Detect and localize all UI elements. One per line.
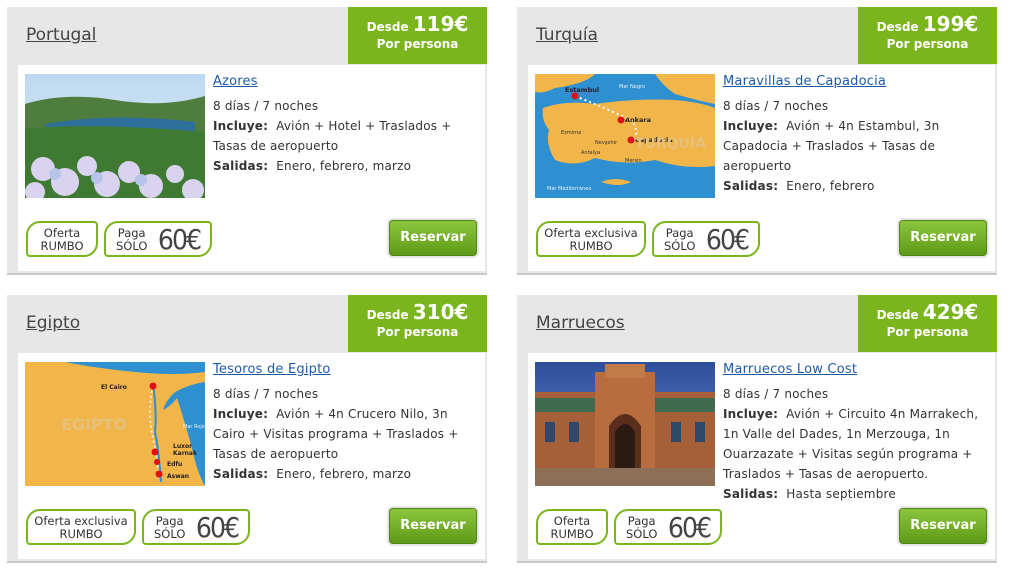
offer-card-turquia: Turquía Desde 199€ Por persona Estambul … bbox=[517, 7, 997, 275]
offer-rumbo-badge: Oferta RUMBO bbox=[26, 221, 98, 257]
departures-label: Salidas: bbox=[723, 487, 779, 501]
map-label: Luxor bbox=[173, 443, 192, 450]
price-amount: 119€ bbox=[412, 12, 469, 36]
trip-info: Maravillas de Capadocia 8 días / 7 noche… bbox=[723, 71, 985, 196]
departures-text: Enero, febrero, marzo bbox=[276, 159, 412, 173]
trip-photo[interactable] bbox=[25, 74, 205, 198]
price-box: Desde 119€ Por persona bbox=[348, 7, 487, 64]
price-box: Desde 429€ Por persona bbox=[858, 295, 997, 352]
offer-exclusive-rumbo-badge: Oferta exclusiva RUMBO bbox=[536, 221, 646, 257]
map-label: El Cairo bbox=[101, 384, 127, 391]
includes-label: Incluye: bbox=[723, 119, 779, 133]
trip-info: Azores 8 días / 7 noches Incluye: Avión … bbox=[213, 71, 475, 176]
pay-only-amount: 60€ bbox=[157, 223, 202, 256]
trip-title-link[interactable]: Tesoros de Egipto bbox=[213, 362, 331, 377]
pay-only-label: Paga SÓLO bbox=[116, 226, 148, 253]
offer-content: El Cairo Luxor Karnak Edfu Aswan Mar Roj… bbox=[18, 353, 485, 559]
price-amount: 429€ bbox=[922, 300, 979, 324]
destination-title[interactable]: Egipto bbox=[26, 313, 80, 333]
offer-card-portugal: Portugal Desde 119€ Por persona Azores 8… bbox=[7, 7, 487, 275]
map-label: EGIPTO bbox=[61, 415, 127, 434]
map-label: Esmirna bbox=[561, 130, 581, 136]
per-person-label: Por persona bbox=[886, 325, 969, 339]
trip-map[interactable]: El Cairo Luxor Karnak Edfu Aswan Mar Roj… bbox=[25, 362, 205, 486]
map-label: Edfu bbox=[167, 461, 182, 468]
destination-title[interactable]: Turquía bbox=[536, 25, 598, 45]
map-label: TURQUÍA bbox=[635, 135, 706, 152]
price-box: Desde 199€ Por persona bbox=[858, 7, 997, 64]
offer-content: Azores 8 días / 7 noches Incluye: Avión … bbox=[18, 65, 485, 271]
includes-label: Incluye: bbox=[723, 407, 779, 421]
price-prefix: Desde bbox=[876, 308, 919, 322]
per-person-label: Por persona bbox=[376, 325, 459, 339]
includes-label: Incluye: bbox=[213, 119, 269, 133]
destination-title[interactable]: Portugal bbox=[26, 25, 96, 45]
trip-photo[interactable] bbox=[535, 362, 715, 486]
pay-only-amount: 60€ bbox=[667, 511, 712, 544]
pay-only-label: Paga SÓLO bbox=[154, 514, 186, 541]
trip-info: Tesoros de Egipto 8 días / 7 noches Incl… bbox=[213, 359, 475, 484]
map-label: Aswan bbox=[167, 473, 189, 480]
map-label: Mar Rojo bbox=[183, 424, 205, 430]
departures-label: Salidas: bbox=[213, 159, 269, 173]
pay-only-badge: Paga SÓLO 60€ bbox=[104, 221, 212, 257]
price-prefix: Desde bbox=[366, 20, 409, 34]
map-label: Karnak bbox=[173, 450, 198, 457]
reserve-button[interactable]: Reservar bbox=[389, 220, 477, 256]
departures-label: Salidas: bbox=[213, 467, 269, 481]
per-person-label: Por persona bbox=[886, 37, 969, 51]
price-amount: 310€ bbox=[412, 300, 469, 324]
offer-rumbo-badge: Oferta RUMBO bbox=[536, 509, 608, 545]
reserve-button[interactable]: Reservar bbox=[899, 220, 987, 256]
per-person-label: Por persona bbox=[376, 37, 459, 51]
offer-content: Marruecos Low Cost 8 días / 7 noches Inc… bbox=[528, 353, 995, 559]
trip-duration: 8 días / 7 noches bbox=[213, 99, 319, 113]
trip-duration: 8 días / 7 noches bbox=[723, 99, 829, 113]
departures-text: Enero, febrero bbox=[786, 179, 875, 193]
price-box: Desde 310€ Por persona bbox=[348, 295, 487, 352]
offer-card-egipto: Egipto Desde 310€ Por persona El Cairo L… bbox=[7, 295, 487, 563]
pay-only-amount: 60€ bbox=[195, 511, 240, 544]
trip-title-link[interactable]: Marruecos Low Cost bbox=[723, 362, 857, 377]
offer-label: Oferta RUMBO bbox=[550, 514, 594, 541]
price-prefix: Desde bbox=[366, 308, 409, 322]
map-label: Mar Negro bbox=[619, 84, 645, 90]
trip-info: Marruecos Low Cost 8 días / 7 noches Inc… bbox=[723, 359, 985, 504]
pay-only-amount: 60€ bbox=[705, 223, 750, 256]
pay-only-label: Paga SÓLO bbox=[626, 514, 658, 541]
trip-title-link[interactable]: Azores bbox=[213, 74, 258, 89]
price-amount: 199€ bbox=[922, 12, 979, 36]
offer-card-marruecos: Marruecos Desde 429€ Por persona Marruec bbox=[517, 295, 997, 563]
offer-label: Oferta RUMBO bbox=[40, 226, 84, 253]
map-label: Mersin bbox=[625, 158, 642, 164]
departures-text: Enero, febrero, marzo bbox=[276, 467, 412, 481]
map-label: Estambul bbox=[565, 86, 599, 94]
departures-text: Hasta septiembre bbox=[786, 487, 896, 501]
map-label: Ankara bbox=[625, 116, 651, 124]
pay-only-badge: Paga SÓLO 60€ bbox=[614, 509, 722, 545]
includes-label: Incluye: bbox=[213, 407, 269, 421]
departures-label: Salidas: bbox=[723, 179, 779, 193]
trip-duration: 8 días / 7 noches bbox=[213, 387, 319, 401]
offer-exclusive-rumbo-badge: Oferta exclusiva RUMBO bbox=[26, 509, 136, 545]
trip-map[interactable]: Estambul Ankara Capadocia Mar Negro Esmi… bbox=[535, 74, 715, 198]
price-prefix: Desde bbox=[876, 20, 919, 34]
map-label: Antalya bbox=[581, 150, 600, 156]
pay-only-badge: Paga SÓLO 60€ bbox=[142, 509, 250, 545]
trip-duration: 8 días / 7 noches bbox=[723, 387, 829, 401]
destination-title[interactable]: Marruecos bbox=[536, 313, 625, 333]
pay-only-badge: Paga SÓLO 60€ bbox=[652, 221, 760, 257]
map-label: Nevşehir bbox=[595, 140, 618, 146]
trip-title-link[interactable]: Maravillas de Capadocia bbox=[723, 74, 886, 89]
offer-label: Oferta exclusiva RUMBO bbox=[544, 226, 638, 253]
pay-only-label: Paga SÓLO bbox=[664, 226, 696, 253]
reserve-button[interactable]: Reservar bbox=[389, 508, 477, 544]
reserve-button[interactable]: Reservar bbox=[899, 508, 987, 544]
map-label: Mar Mediterráneo bbox=[547, 185, 591, 192]
offer-label: Oferta exclusiva RUMBO bbox=[34, 514, 128, 541]
offer-content: Estambul Ankara Capadocia Mar Negro Esmi… bbox=[528, 65, 995, 271]
